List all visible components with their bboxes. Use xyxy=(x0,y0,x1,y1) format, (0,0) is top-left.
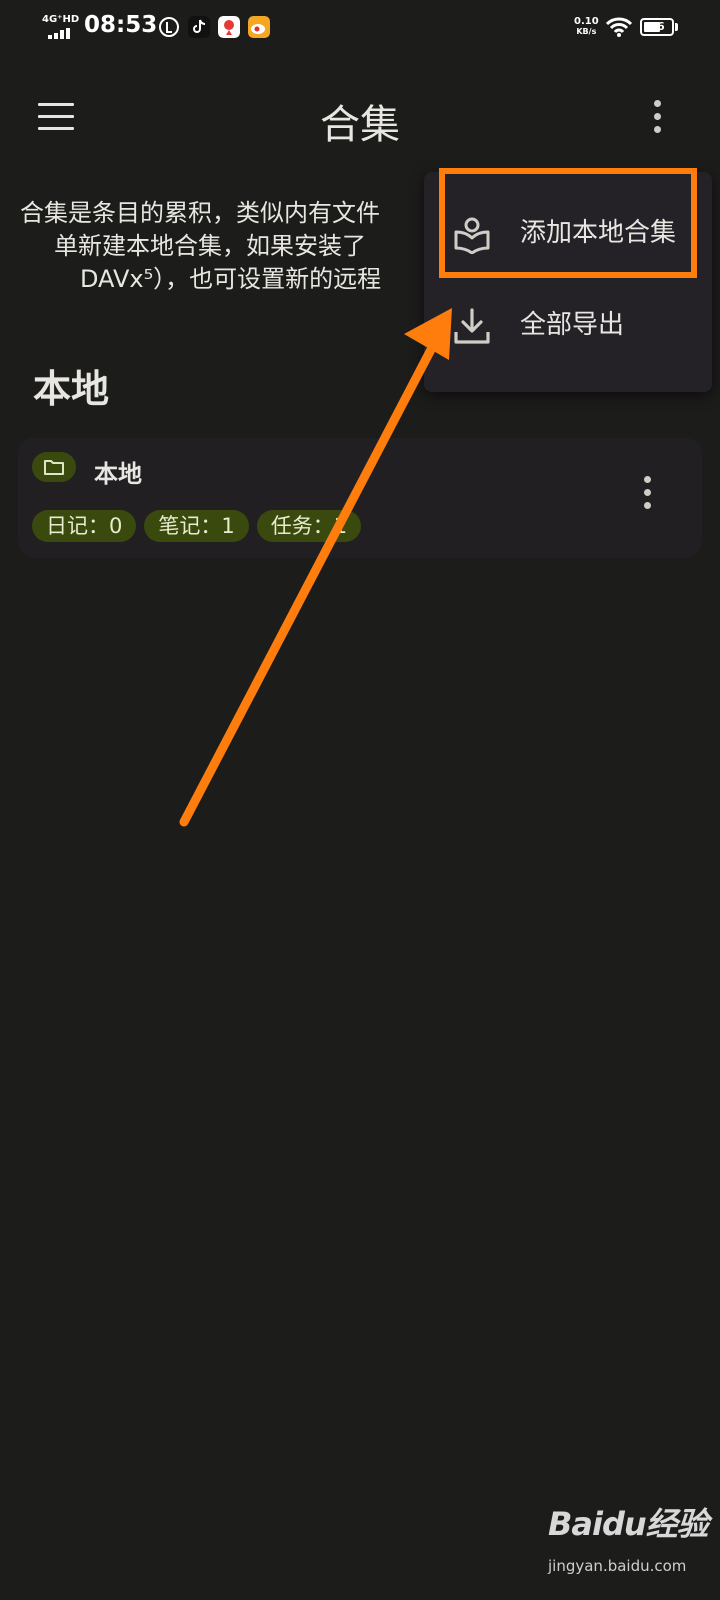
collection-counts: 日记：0 笔记：1 任务：1 xyxy=(32,510,362,542)
baidu-watermark: Baidu经验 jingyan.baidu.com xyxy=(548,1495,709,1585)
folder-icon xyxy=(32,452,76,482)
weibo-icon xyxy=(248,16,270,38)
menu-item-label: 全部导出 xyxy=(520,310,625,340)
local-library-icon xyxy=(454,217,490,254)
network-type: 4G⁺HD xyxy=(42,14,80,25)
menu-item-export-all[interactable]: 全部导出 xyxy=(424,278,712,368)
map-pin-app-icon xyxy=(218,16,240,38)
menu-item-add-local-collection[interactable]: 添加本地合集 xyxy=(424,186,712,276)
download-icon xyxy=(454,308,490,344)
cellular-signal-icon: 4G⁺HD xyxy=(42,14,80,40)
battery-icon: 56 xyxy=(640,18,674,36)
page-title: 合集 xyxy=(320,102,400,148)
speed-unit: KB/s xyxy=(576,27,597,36)
journal-count-chip: 日记：0 xyxy=(32,510,137,542)
tasks-count-chip: 任务：1 xyxy=(256,510,362,542)
menu-item-label: 添加本地合集 xyxy=(520,218,677,248)
watermark-site: jingyan.baidu.com xyxy=(548,1557,687,1575)
section-title-local: 本地 xyxy=(33,367,110,411)
watermark-brand: Baidu经验 xyxy=(548,1505,709,1543)
overflow-menu: 添加本地合集 全部导出 xyxy=(424,172,712,392)
battery-level: 56 xyxy=(649,20,665,33)
speed-value: 0.10 xyxy=(574,16,599,27)
tiktok-icon xyxy=(188,16,210,38)
vpn-icon xyxy=(159,17,179,37)
more-vert-icon[interactable] xyxy=(650,100,664,140)
screen: 4G⁺HD 08:53 0.10 KB/s 56 合集 合集是条目的累积，类似内… xyxy=(0,0,720,1600)
collection-card-local[interactable]: 本地 日记：0 笔记：1 任务：1 xyxy=(18,438,702,558)
notes-count-chip: 笔记：1 xyxy=(144,510,249,542)
clock: 08:53 xyxy=(84,12,158,38)
network-speed: 0.10 KB/s xyxy=(574,16,599,36)
status-bar: 4G⁺HD 08:53 0.10 KB/s 56 xyxy=(0,0,720,56)
notification-icons xyxy=(158,16,270,38)
collection-more-icon[interactable] xyxy=(640,476,654,516)
collection-title: 本地 xyxy=(94,460,142,488)
wifi-icon xyxy=(606,17,632,37)
